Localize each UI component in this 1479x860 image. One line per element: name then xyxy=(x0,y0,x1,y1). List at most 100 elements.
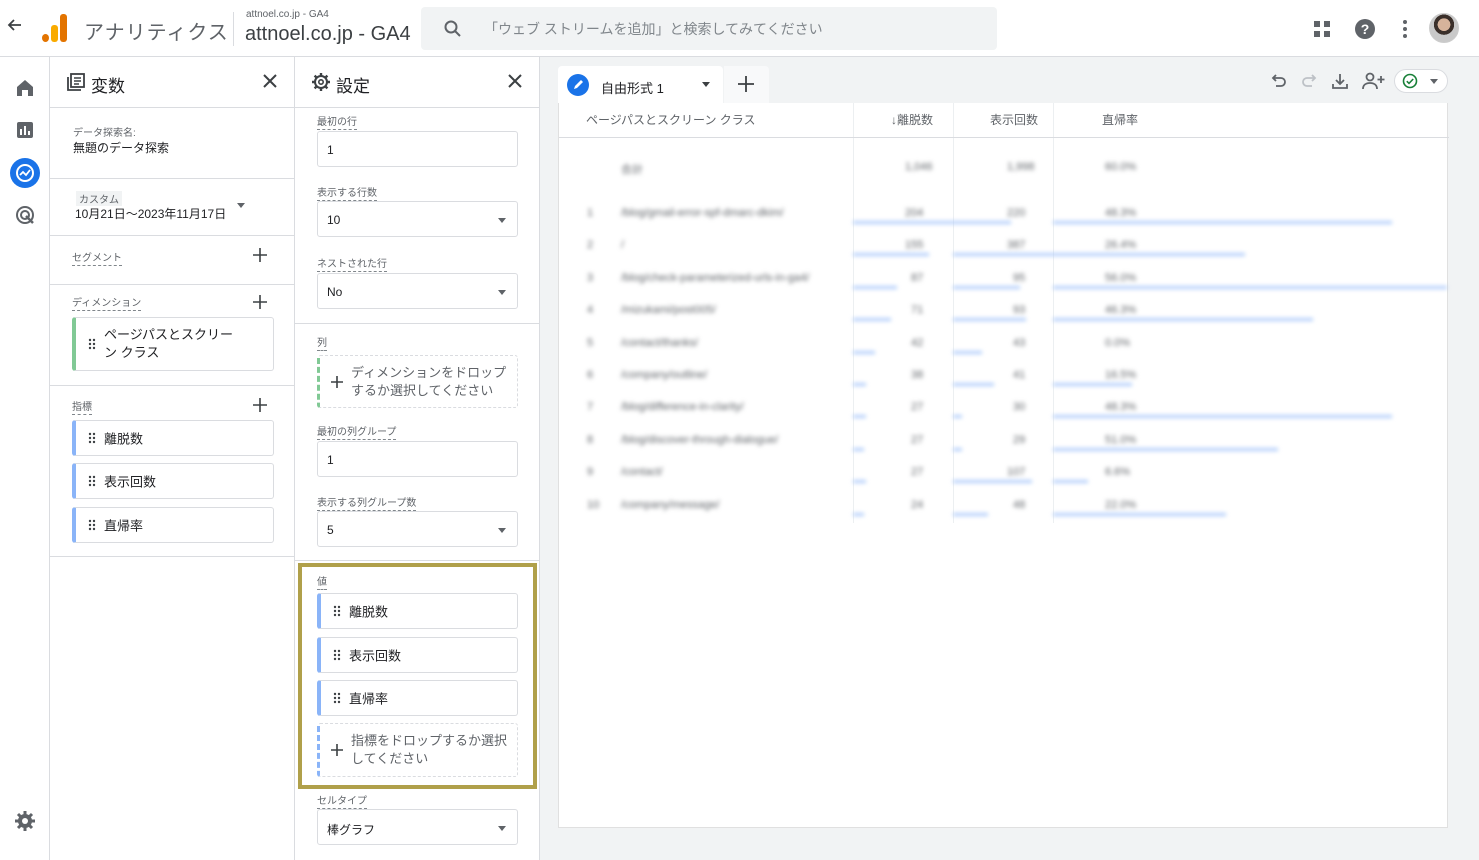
chevron-down-icon[interactable] xyxy=(702,82,710,87)
date-range[interactable]: 10月21日～2023年11月17日 xyxy=(75,205,226,222)
segments-label: セグメント xyxy=(72,249,122,266)
row-views: 30 xyxy=(1013,401,1026,414)
row-exits: 27 xyxy=(911,433,924,446)
column-header-page[interactable]: ページパスとスクリーン クラス xyxy=(586,103,756,137)
home-icon[interactable] xyxy=(14,77,36,99)
exits-bar xyxy=(853,447,865,451)
exploration-name-label: データ探索名: xyxy=(73,128,136,139)
share-users-icon[interactable] xyxy=(1362,71,1386,91)
column-header-bounce[interactable]: 直帰率 xyxy=(1102,103,1138,137)
help-icon[interactable]: ? xyxy=(1353,17,1377,41)
metric-chip[interactable]: 直帰率 xyxy=(72,507,274,543)
first-row-input[interactable]: 1 xyxy=(317,131,518,167)
close-icon[interactable] xyxy=(505,71,525,91)
date-dropdown-caret-icon[interactable] xyxy=(237,203,245,208)
value-chip[interactable]: 直帰率 xyxy=(317,680,518,716)
views-bar xyxy=(953,447,962,451)
property-selector[interactable]: attnoel.co.jp - GA4 xyxy=(245,23,411,46)
values-label: 値 xyxy=(317,573,327,590)
columns-label: 列 xyxy=(317,334,327,351)
value-chip[interactable]: 表示回数 xyxy=(317,637,518,673)
add-dimension-icon[interactable] xyxy=(251,293,269,311)
row-number: 7 xyxy=(587,401,594,414)
divider xyxy=(233,12,234,46)
more-vert-icon[interactable] xyxy=(1393,17,1417,41)
exits-bar xyxy=(853,318,891,322)
date-range-section[interactable]: カスタム 10月21日～2023年11月17日 xyxy=(50,179,294,236)
status-dropdown[interactable] xyxy=(1394,69,1448,93)
drag-handle-icon[interactable] xyxy=(88,519,96,531)
download-icon[interactable] xyxy=(1330,71,1350,91)
advertising-icon[interactable] xyxy=(14,204,36,226)
top-app-bar: アナリティクス attnoel.co.jp - GA4 attnoel.co.j… xyxy=(0,0,1479,57)
views-bar xyxy=(953,383,994,386)
drag-handle-icon[interactable] xyxy=(333,692,341,704)
drag-handle-icon[interactable] xyxy=(88,475,96,487)
search-input[interactable] xyxy=(484,7,984,50)
metric-chip[interactable]: 表示回数 xyxy=(72,463,274,499)
dimension-chip[interactable]: ページパスとスクリーン クラス xyxy=(72,317,274,371)
bounce-bar xyxy=(1053,415,1392,419)
row-views: 29 xyxy=(1013,433,1026,446)
row-exits: 87 xyxy=(911,271,924,284)
check-circle-icon xyxy=(1402,73,1418,89)
bounce-bar xyxy=(1053,512,1227,516)
rows-shown-select[interactable]: 10 xyxy=(317,201,518,237)
drag-handle-icon[interactable] xyxy=(88,432,96,444)
column-header-exits[interactable]: ↓離脱数 xyxy=(891,103,933,137)
tab-label: 自由形式 1 xyxy=(601,81,664,96)
bounce-bar xyxy=(1053,285,1447,289)
add-segment-icon[interactable] xyxy=(251,246,269,264)
drag-handle-icon[interactable] xyxy=(333,605,341,617)
explore-icon[interactable] xyxy=(14,162,36,184)
bounce-bar xyxy=(1053,318,1314,322)
values-dropzone[interactable]: 指標をドロップするか選択してください xyxy=(317,723,518,777)
account-path[interactable]: attnoel.co.jp - GA4 xyxy=(246,9,329,20)
row-bounce: 46.3% xyxy=(1105,304,1137,317)
settings-title: 設定 xyxy=(336,77,370,96)
apps-grid-icon[interactable] xyxy=(1310,17,1334,41)
columns-dropzone[interactable]: ディメンションをドロップするか選択してください xyxy=(317,355,518,408)
views-bar xyxy=(953,415,962,419)
metrics-section: 指標 離脱数 表示回数 直帰率 xyxy=(50,386,294,557)
nested-rows-label: ネストされた行 xyxy=(317,255,387,272)
col-groups-shown-value: 5 xyxy=(327,523,334,537)
total-label: 合計 xyxy=(621,164,643,176)
avatar[interactable] xyxy=(1429,13,1459,43)
settings-gear-icon xyxy=(312,73,330,91)
exploration-name[interactable]: 無題のデータ探索 xyxy=(73,139,169,156)
redo-icon[interactable] xyxy=(1300,71,1320,91)
col-groups-shown-select[interactable]: 5 xyxy=(317,511,518,547)
column-header-views[interactable]: 表示回数 xyxy=(990,103,1038,137)
search-bar[interactable] xyxy=(421,7,997,50)
reports-icon[interactable] xyxy=(14,119,36,141)
row-views: 387 xyxy=(1007,239,1026,252)
drag-handle-icon[interactable] xyxy=(88,338,96,350)
row-number: 4 xyxy=(587,304,594,317)
app-name: アナリティクス xyxy=(84,22,229,44)
edit-pencil-icon[interactable] xyxy=(567,74,589,96)
cell-type-select[interactable]: 棒グラフ xyxy=(317,809,518,845)
add-icon xyxy=(331,375,343,388)
close-icon[interactable] xyxy=(260,71,280,91)
add-tab-button[interactable] xyxy=(724,66,769,103)
tab-freeform[interactable]: 自由形式 1 xyxy=(558,66,723,103)
values-drop-text: 指標をドロップするか選択してください xyxy=(351,733,508,766)
metric-chip[interactable]: 離脱数 xyxy=(72,420,274,456)
add-metric-icon[interactable] xyxy=(251,396,269,414)
back-arrow-icon[interactable] xyxy=(4,16,26,38)
row-page: /company/outline/ xyxy=(621,369,708,381)
cell-type-label: セルタイプ xyxy=(317,792,367,809)
row-views: 41 xyxy=(1013,369,1026,381)
analytics-logo[interactable] xyxy=(42,14,68,42)
undo-icon[interactable] xyxy=(1268,71,1288,91)
first-col-group-input[interactable]: 1 xyxy=(317,441,518,477)
col-groups-shown-label: 表示する列グループ数 xyxy=(317,494,417,511)
settings-gear-icon[interactable] xyxy=(14,810,36,832)
tab-strip: 自由形式 1 xyxy=(558,66,1448,103)
row-page: /blog/discover-through-dialogue/ xyxy=(621,433,779,446)
row-number: 9 xyxy=(587,466,594,479)
nested-rows-select[interactable]: No xyxy=(317,273,518,309)
drag-handle-icon[interactable] xyxy=(333,649,341,661)
value-chip[interactable]: 離脱数 xyxy=(317,593,518,629)
